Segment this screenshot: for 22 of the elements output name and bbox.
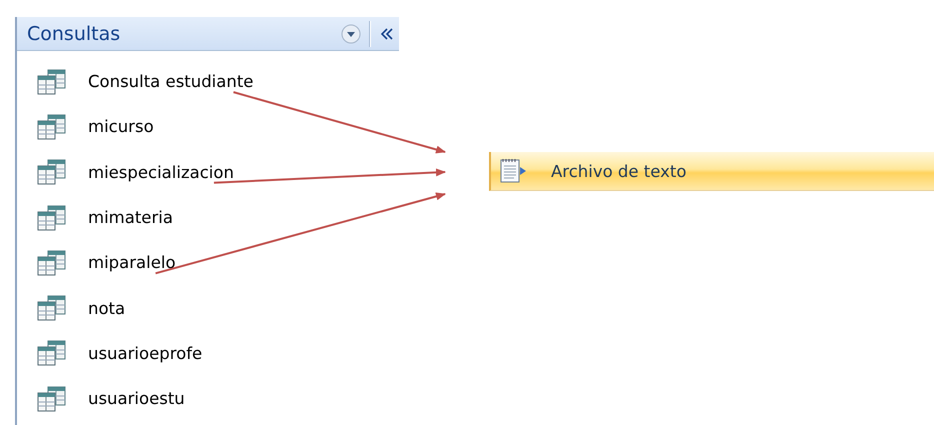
menu-item-label: Archivo de texto: [551, 162, 686, 180]
collapse-icon[interactable]: [379, 26, 395, 40]
menu-item[interactable]: Archivo de texto: [489, 152, 934, 191]
query-icon: [36, 204, 66, 231]
query-icon: [36, 250, 66, 276]
query-item[interactable]: micurso: [17, 104, 399, 150]
text-file-icon: [499, 158, 527, 184]
query-icon: [36, 68, 66, 95]
query-item[interactable]: miparalelo: [17, 240, 399, 286]
query-icon: [36, 295, 66, 322]
query-item[interactable]: miespecializacion: [17, 150, 399, 195]
query-icon: [36, 386, 66, 412]
query-item[interactable]: nota: [17, 285, 399, 331]
query-icon: [36, 159, 66, 186]
query-item[interactable]: usuarioestu: [17, 376, 399, 422]
query-icon: [36, 340, 66, 366]
query-icon: [36, 114, 66, 140]
pane-title: Consultas: [27, 22, 122, 44]
dropdown-icon[interactable]: [341, 24, 361, 44]
query-item[interactable]: mimateria: [17, 194, 399, 240]
query-item[interactable]: usuarioeprofe: [17, 330, 399, 376]
query-item[interactable]: Consulta estudiante: [17, 59, 399, 104]
